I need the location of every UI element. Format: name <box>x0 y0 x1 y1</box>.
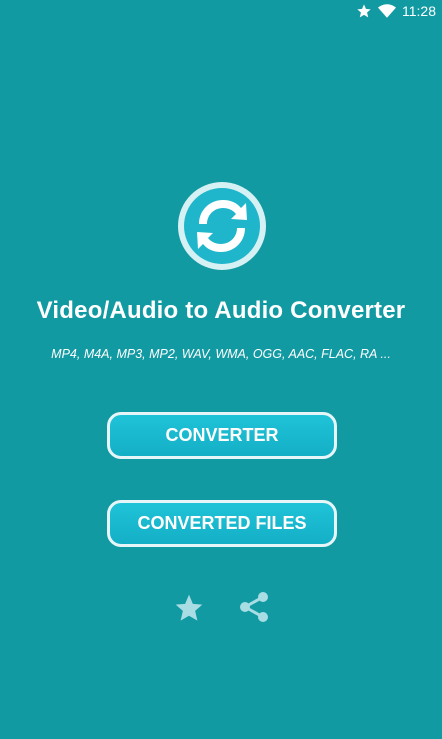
supported-formats: MP4, M4A, MP3, MP2, WAV, WMA, OGG, AAC, … <box>51 347 391 361</box>
status-clock: 11:28 <box>402 3 436 19</box>
star-icon <box>357 4 371 18</box>
rate-star-icon[interactable] <box>172 592 206 624</box>
status-bar: 11:28 <box>0 0 442 24</box>
app-logo-icon <box>178 182 266 270</box>
converted-files-button[interactable]: CONVERTED FILES <box>107 500 337 547</box>
share-icon[interactable] <box>236 589 272 625</box>
converter-button[interactable]: CONVERTER <box>107 412 337 459</box>
wifi-icon <box>378 4 396 18</box>
app-title: Video/Audio to Audio Converter <box>36 297 406 324</box>
